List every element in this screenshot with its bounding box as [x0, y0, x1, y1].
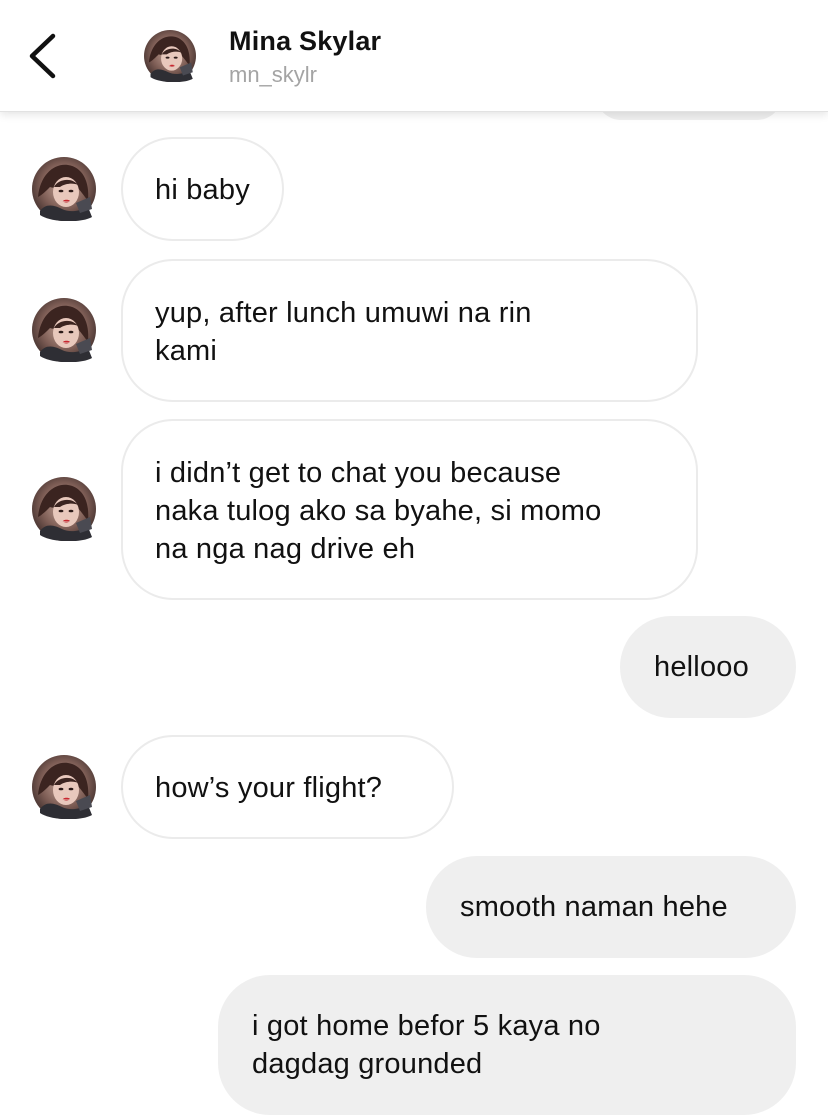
incoming-message-bubble[interactable]: i didn’t get to chat you because naka tu…	[121, 419, 698, 600]
incoming-message-bubble[interactable]: yup, after lunch umuwi na rin kami	[121, 259, 698, 402]
sender-avatar[interactable]	[32, 477, 96, 541]
incoming-message-bubble[interactable]: how’s your flight?	[121, 735, 454, 839]
chevron-left-icon[interactable]	[20, 28, 68, 84]
outgoing-message-bubble[interactable]: i got home befor 5 kaya no dagdag ground…	[218, 975, 796, 1115]
outgoing-message-bubble[interactable]: smooth naman hehe	[426, 856, 796, 958]
contact-name[interactable]: Mina Skylar	[229, 26, 381, 57]
sender-avatar[interactable]	[32, 755, 96, 819]
incoming-message-bubble[interactable]: hi baby	[121, 137, 284, 241]
contact-avatar[interactable]	[144, 30, 196, 82]
sender-avatar[interactable]	[32, 298, 96, 362]
sender-avatar[interactable]	[32, 157, 96, 221]
outgoing-message-bubble[interactable]: hellooo	[620, 616, 796, 718]
contact-handle: mn_skylr	[229, 62, 318, 87]
chat-screen: Mina Skylar mn_skylr hi baby yup, after …	[0, 0, 828, 1118]
chat-header: Mina Skylar mn_skylr	[0, 0, 828, 112]
